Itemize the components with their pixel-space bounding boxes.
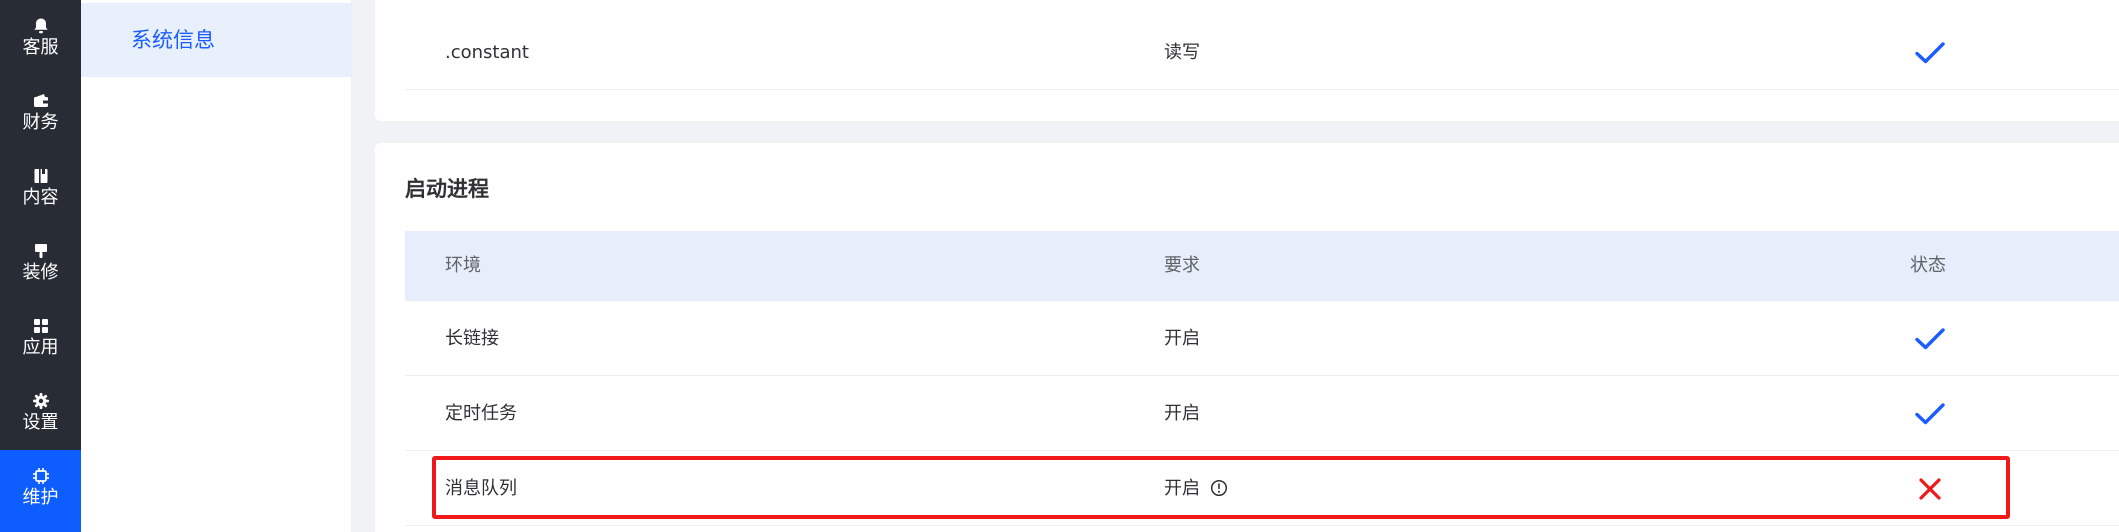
- chip-icon: [31, 466, 51, 486]
- sidebar-item-decoration[interactable]: 装修: [0, 225, 81, 300]
- section-title: 启动进程: [405, 177, 489, 201]
- sidebar-item-customer-service[interactable]: 客服: [0, 0, 81, 75]
- sidebar-item-finance[interactable]: 财务: [0, 75, 81, 150]
- row-requirement: 读写: [1164, 42, 1200, 63]
- sidebar-item-content[interactable]: 内容: [0, 150, 81, 225]
- column-header-status: 状态: [1910, 255, 1946, 276]
- sidebar-item-label: 内容: [22, 187, 59, 208]
- sidebar-item-label: 应用: [22, 337, 59, 358]
- column-header-environment: 环境: [445, 255, 481, 276]
- check-icon: [1910, 301, 1950, 376]
- brush-icon: [31, 241, 51, 261]
- sidebar-item-label: 维护: [22, 487, 59, 508]
- table-row: 定时任务 开启: [405, 376, 2119, 451]
- sidebar-item-label: 客服: [22, 37, 59, 58]
- sidebar-item-label: 财务: [22, 112, 59, 133]
- table-row: .constant 读写: [405, 15, 2119, 90]
- submenu-item-system-info[interactable]: 系统信息: [81, 3, 352, 77]
- sidebar-item-label: 装修: [22, 262, 59, 283]
- gear-icon: [31, 391, 51, 411]
- table-row: 长链接 开启: [405, 301, 2119, 376]
- row-requirement: 开启: [1164, 403, 1200, 424]
- app-root: 客服 财务 内容 装修 应用 设置 维护 系统信息 .constant 读写 启…: [0, 0, 2119, 532]
- sidebar-item-apps[interactable]: 应用: [0, 300, 81, 375]
- row-name: 定时任务: [445, 403, 517, 424]
- table-header: 环境 要求 状态: [405, 231, 2119, 301]
- bell-icon: [31, 16, 51, 36]
- dir-permissions-card: .constant 读写: [375, 0, 2119, 121]
- row-name: 长链接: [445, 328, 499, 349]
- secondary-menu: 系统信息: [81, 0, 352, 532]
- sidebar-item-label: 设置: [22, 412, 59, 433]
- row-name: .constant: [445, 42, 529, 63]
- sidebar-item-settings[interactable]: 设置: [0, 375, 81, 450]
- row-requirement: 开启: [1164, 328, 1200, 349]
- highlight-annotation-box: [432, 456, 2010, 519]
- wallet-icon: [31, 91, 51, 111]
- main-sidebar: 客服 财务 内容 装修 应用 设置 维护: [0, 0, 81, 532]
- sidebar-item-maintenance[interactable]: 维护: [0, 450, 81, 532]
- book-icon: [31, 166, 51, 186]
- apps-grid-icon: [31, 316, 51, 336]
- check-icon: [1910, 376, 1950, 451]
- check-icon: [1910, 15, 1950, 90]
- column-header-requirement: 要求: [1164, 255, 1200, 276]
